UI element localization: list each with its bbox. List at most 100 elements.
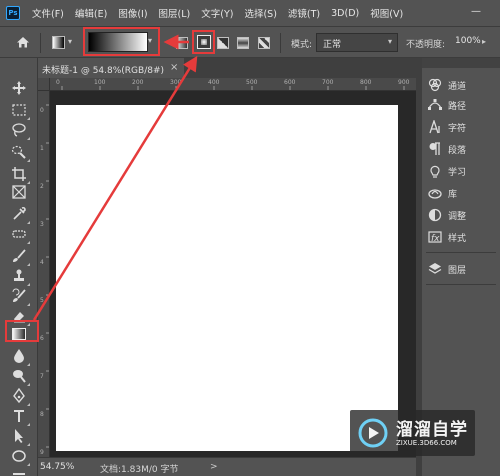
- menu-filter[interactable]: 滤镜(T): [288, 6, 320, 20]
- menu-layer[interactable]: 图层(L): [159, 6, 191, 20]
- quick-select-tool-icon[interactable]: [11, 144, 30, 162]
- panel-divider: [426, 252, 496, 253]
- healing-brush-tool-icon[interactable]: [11, 226, 30, 244]
- menu-edit[interactable]: 编辑(E): [75, 6, 107, 20]
- status-bar: 54.75% 文档:1.83M/0 字节 >: [38, 457, 420, 476]
- vertical-ruler[interactable]: 0 1 2 3 4 5 6 7 8 9: [38, 91, 50, 457]
- photoshop-window: Ps 文件(F) 编辑(E) 图像(I) 图层(L) 文字(Y) 选择(S) 滤…: [0, 0, 500, 476]
- chevron-right-icon[interactable]: >: [210, 462, 218, 472]
- paths-icon: [428, 98, 442, 112]
- brush-tool-icon[interactable]: [11, 248, 30, 266]
- document-tab[interactable]: 未标题-1 @ 54.8%(RGB/8#): [38, 58, 184, 78]
- clone-stamp-tool-icon[interactable]: [11, 268, 30, 286]
- panel-learn[interactable]: 学习: [428, 162, 496, 180]
- menu-file[interactable]: 文件(F): [32, 6, 64, 20]
- panel-label: 段落: [448, 145, 467, 156]
- chevron-down-icon[interactable]: ▸: [482, 37, 486, 46]
- menu-3d[interactable]: 3D(D): [331, 8, 359, 19]
- ruler-label: 1: [40, 145, 44, 152]
- menu-type[interactable]: 文字(Y): [201, 6, 233, 20]
- mode-value: 正常: [323, 40, 342, 50]
- ruler-label: 8: [40, 411, 44, 418]
- minimize-button[interactable]: —: [470, 6, 482, 18]
- ruler-label: 500: [246, 79, 258, 86]
- close-icon[interactable]: ×: [170, 62, 178, 73]
- blur-tool-icon[interactable]: [11, 348, 30, 366]
- panel-label: 路径: [448, 101, 467, 112]
- tool-preset-icon[interactable]: [52, 36, 65, 49]
- panel-label: 通道: [448, 81, 467, 92]
- menu-bar: Ps 文件(F) 编辑(E) 图像(I) 图层(L) 文字(Y) 选择(S) 滤…: [0, 0, 500, 26]
- panel-libraries[interactable]: 库: [428, 184, 496, 202]
- watermark-logo-icon: [358, 418, 388, 448]
- ellipse-tool-icon[interactable]: [11, 448, 30, 466]
- eyedropper-tool-icon[interactable]: [11, 206, 30, 224]
- mode-label: 模式:: [291, 40, 313, 50]
- horizontal-ruler[interactable]: 0 100 200 300 400 500 600 700 800 900: [50, 78, 416, 91]
- more-tools-icon[interactable]: [11, 468, 27, 476]
- history-brush-tool-icon[interactable]: [11, 288, 30, 306]
- document-canvas[interactable]: [56, 105, 398, 451]
- tools-panel: [0, 58, 38, 476]
- channels-icon: [428, 78, 442, 92]
- panel-label: 字符: [448, 123, 467, 134]
- ruler-label: 100: [94, 79, 106, 86]
- menu-select[interactable]: 选择(S): [244, 6, 276, 20]
- panel-layers[interactable]: 图层: [428, 260, 496, 278]
- svg-text:fx: fx: [431, 234, 440, 244]
- ruler-origin[interactable]: [38, 78, 50, 91]
- paragraph-icon: [428, 142, 442, 156]
- chevron-down-icon: ▾: [387, 37, 392, 46]
- dock-header[interactable]: [422, 58, 500, 68]
- panel-label: 样式: [448, 233, 467, 244]
- ruler-label: 2: [40, 183, 44, 190]
- ruler-label: 4: [40, 259, 44, 266]
- ruler-label: 9: [40, 449, 44, 456]
- panel-styles[interactable]: fx 样式: [428, 228, 496, 246]
- ruler-label: 800: [360, 79, 372, 86]
- panel-paths[interactable]: 路径: [428, 96, 496, 114]
- panel-paragraph[interactable]: 段落: [428, 140, 496, 158]
- opacity-label: 不透明度:: [406, 40, 446, 50]
- opacity-input[interactable]: 100%: [455, 34, 481, 51]
- watermark-title: 溜溜自学: [396, 420, 468, 440]
- marquee-tool-icon[interactable]: [11, 102, 30, 120]
- learn-icon: [428, 164, 442, 178]
- document-info: 文档:1.83M/0 字节: [100, 465, 179, 475]
- home-icon[interactable]: [16, 35, 30, 49]
- chevron-down-icon[interactable]: ▾: [68, 37, 72, 46]
- reflected-gradient-button[interactable]: [237, 37, 249, 49]
- dodge-tool-icon[interactable]: [11, 368, 30, 386]
- document-title: 未标题-1 @ 54.8%(RGB/8#): [42, 66, 165, 76]
- menu-image[interactable]: 图像(I): [118, 6, 147, 20]
- angle-gradient-button[interactable]: [217, 37, 229, 49]
- ruler-label: 400: [208, 79, 220, 86]
- linear-gradient-button[interactable]: [176, 37, 188, 49]
- options-bar: ▾ ▾ 模式: 正常 ▾ 不透明度: 100% ▸: [0, 26, 500, 58]
- canvas-area[interactable]: [50, 91, 416, 457]
- frame-tool-icon[interactable]: [11, 184, 27, 200]
- move-tool-icon[interactable]: [11, 80, 27, 96]
- ruler-label: 700: [322, 79, 334, 86]
- ruler-label: 3: [40, 221, 44, 228]
- panel-label: 调整: [448, 211, 467, 222]
- panel-divider: [426, 284, 496, 285]
- panel-label: 图层: [448, 265, 467, 276]
- pen-tool-icon[interactable]: [11, 387, 30, 406]
- watermark-url: ZIXUE.3D66.COM: [396, 439, 457, 447]
- mode-select[interactable]: 正常 ▾: [316, 33, 398, 52]
- adjustments-icon: [428, 208, 442, 222]
- zoom-level[interactable]: 54.75%: [40, 462, 74, 472]
- panel-channels[interactable]: 通道: [428, 76, 496, 94]
- crop-tool-icon[interactable]: [11, 166, 30, 184]
- ruler-label: 7: [40, 373, 44, 380]
- panel-character[interactable]: 字符: [428, 118, 496, 136]
- ruler-label: 0: [40, 107, 44, 114]
- character-icon: [428, 120, 442, 134]
- type-tool-icon[interactable]: [11, 408, 30, 426]
- lasso-tool-icon[interactable]: [11, 122, 30, 140]
- menu-view[interactable]: 视图(V): [370, 6, 403, 20]
- diamond-gradient-button[interactable]: [258, 37, 270, 49]
- panel-adjustments[interactable]: 调整: [428, 206, 496, 224]
- path-selection-tool-icon[interactable]: [11, 428, 30, 446]
